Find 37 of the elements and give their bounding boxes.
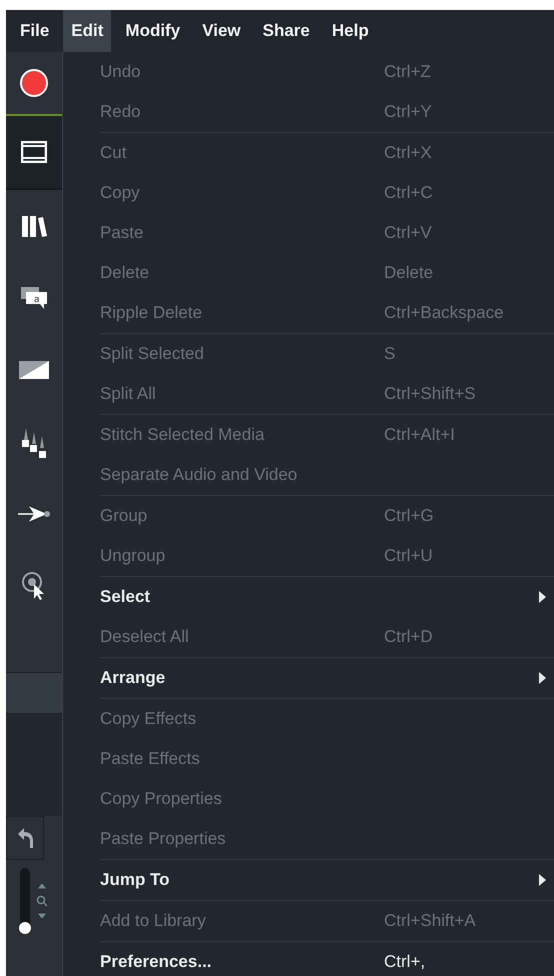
menu-bar-item[interactable]: Share (254, 10, 318, 52)
menu-bar-item[interactable]: File (12, 10, 58, 52)
shortcut-text: Ctrl+V (384, 223, 432, 243)
menu-item[interactable]: Preferences... Ctrl+, (63, 942, 554, 976)
books-icon (21, 214, 47, 238)
shortcut-text: Ctrl+Backspace (384, 303, 504, 323)
film-strip-icon (21, 141, 47, 163)
zoom-slider[interactable] (20, 868, 30, 934)
shortcut-text: Ctrl+U (384, 546, 433, 566)
shortcut-text: Ctrl+, (384, 952, 426, 972)
arrow-right-icon (17, 506, 51, 522)
menu-bar-item[interactable]: View (194, 10, 249, 52)
cursor-click-icon (21, 571, 47, 601)
shortcut-text: Ctrl+Z (384, 62, 431, 82)
menu-bar-item[interactable]: Modify (117, 10, 188, 52)
menu-bar-item[interactable]: Help (324, 10, 377, 52)
shortcut-text: S (384, 344, 396, 364)
shortcut-text: Ctrl+Shift+S (384, 384, 476, 404)
tool-button[interactable] (6, 116, 62, 190)
shortcut-text: Ctrl+X (384, 143, 432, 163)
menu-item[interactable]: Jump To (63, 860, 554, 900)
record-icon (19, 68, 49, 98)
shortcut-text: Ctrl+C (384, 183, 433, 203)
menu-bar-item[interactable]: Edit (63, 10, 112, 52)
shortcut-text: Delete (384, 263, 434, 283)
shortcut-text: Ctrl+G (384, 506, 434, 526)
menu-item[interactable]: Select (63, 577, 554, 617)
menu-item[interactable]: Arrange (63, 658, 554, 698)
undo-button[interactable] (6, 816, 44, 860)
shortcut-text: Ctrl+Y (384, 102, 432, 122)
shortcut-text: Ctrl+Shift+A (384, 911, 476, 931)
shortcut-text: Ctrl+Alt+I (384, 425, 455, 445)
zoom-icon (36, 884, 48, 918)
transition-icon (19, 361, 49, 379)
shortcut-text: Ctrl+D (384, 627, 433, 647)
tool-button[interactable]: a (6, 262, 62, 334)
slider-thumb[interactable] (19, 922, 31, 934)
